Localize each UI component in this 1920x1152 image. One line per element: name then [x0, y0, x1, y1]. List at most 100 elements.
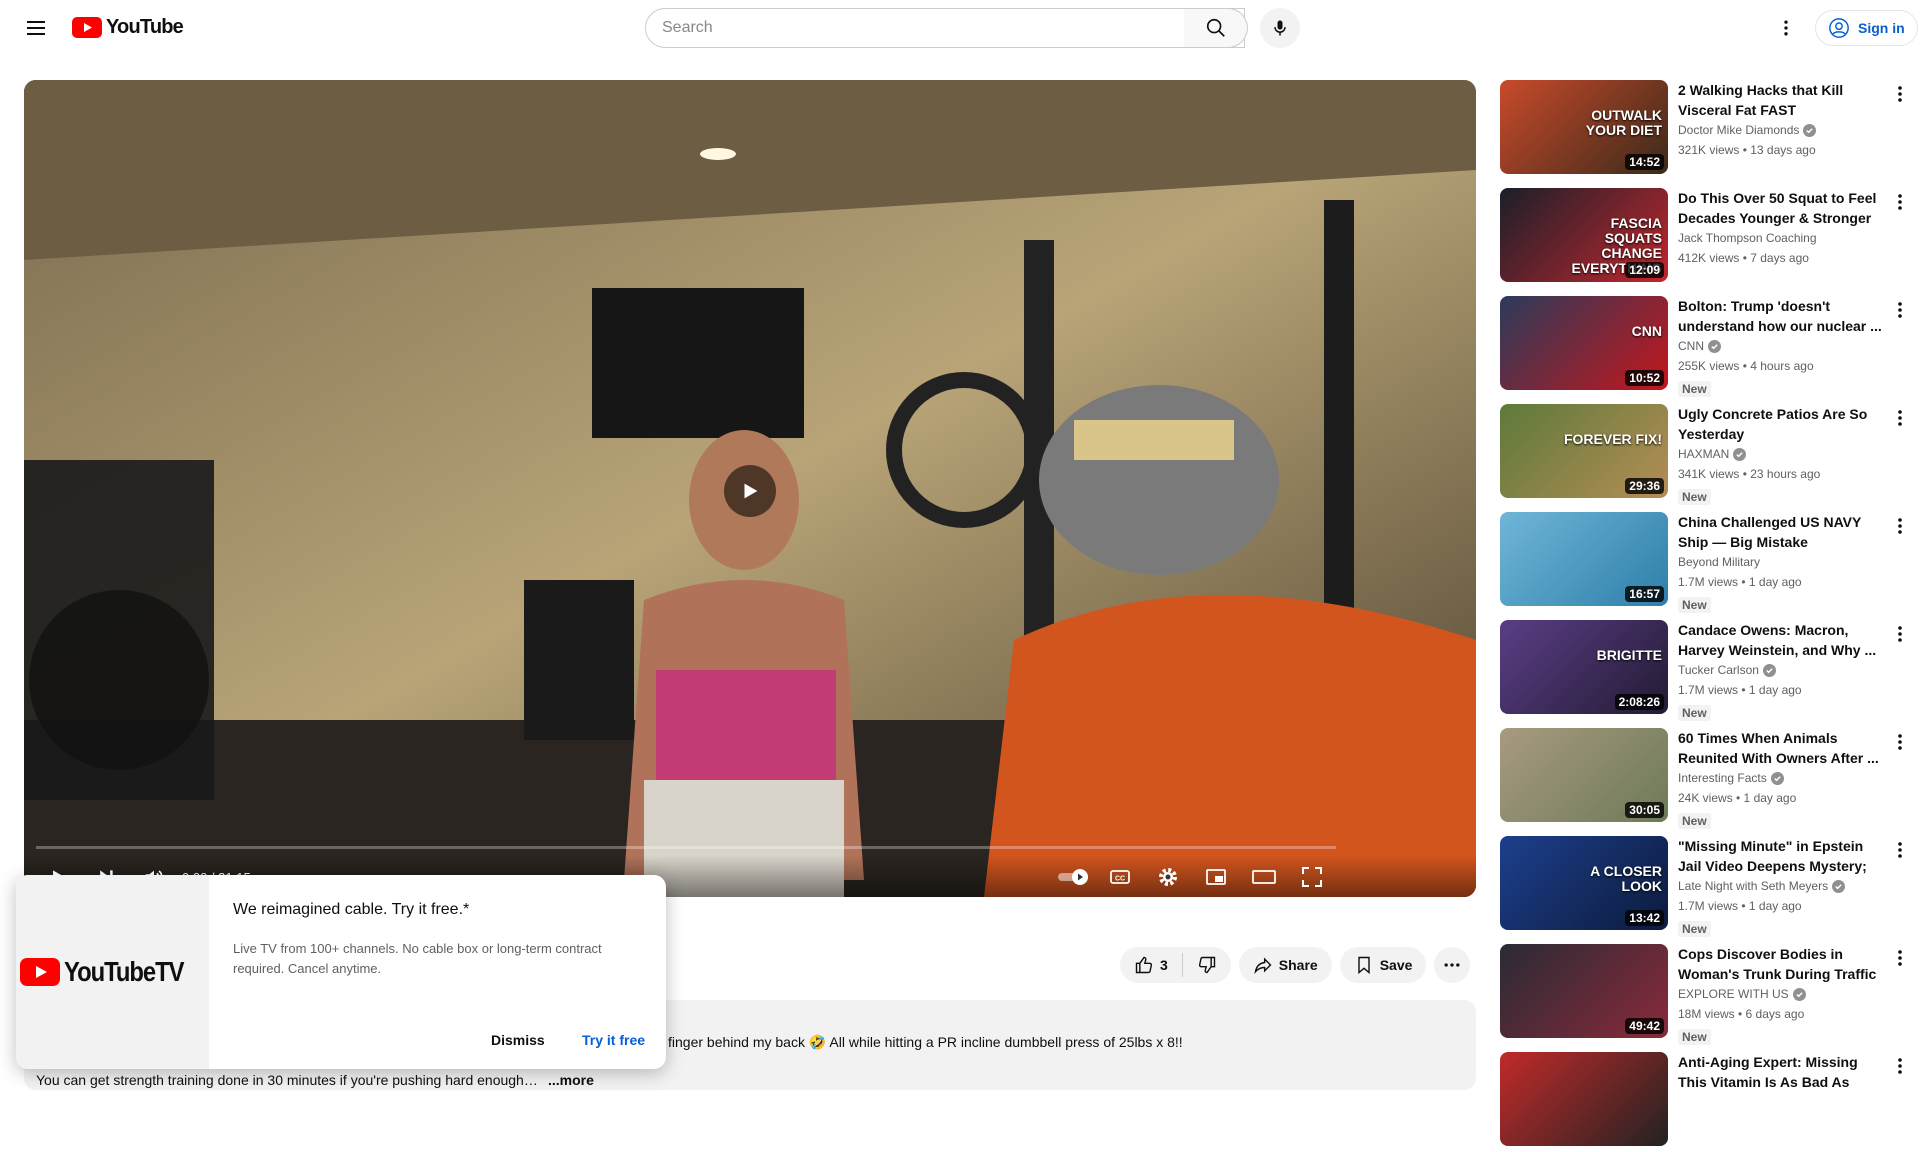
- settings-more-button[interactable]: [1770, 12, 1802, 44]
- verified-check-icon: [1762, 663, 1776, 677]
- video-title[interactable]: Cops Discover Bodies in Woman's Trunk Du…: [1678, 944, 1883, 984]
- video-title[interactable]: Do This Over 50 Squat to Feel Decades Yo…: [1678, 188, 1883, 228]
- account-circle-icon: [1829, 18, 1849, 38]
- video-thumbnail[interactable]: FOREVER FIX! 29:36: [1500, 404, 1668, 498]
- like-count: 3: [1160, 957, 1168, 973]
- sign-in-button[interactable]: Sign in: [1815, 10, 1918, 46]
- like-dislike-group: 3: [1120, 947, 1231, 983]
- channel-name[interactable]: EXPLORE WITH US: [1678, 987, 1806, 1001]
- recommendation-item[interactable]: FASCIA SQUATS CHANGE EVERYTHING 12:09 Do T…: [1500, 188, 1910, 288]
- item-more-button[interactable]: [1892, 838, 1908, 862]
- verified-check-icon: [1803, 123, 1817, 137]
- theater-mode-button[interactable]: [1250, 863, 1278, 891]
- video-thumbnail[interactable]: 16:57: [1500, 512, 1668, 606]
- more-actions-button[interactable]: [1434, 947, 1471, 983]
- item-more-button[interactable]: [1892, 406, 1908, 430]
- video-title[interactable]: 2 Walking Hacks that Kill Visceral Fat F…: [1678, 80, 1883, 120]
- youtube-tv-promo: YouTubeTV We reimagined cable. Try it fr…: [16, 875, 666, 1069]
- youtube-play-logo-icon: [20, 958, 61, 986]
- play-icon: [744, 483, 758, 499]
- video-title[interactable]: Bolton: Trump 'doesn't understand how ou…: [1678, 296, 1883, 336]
- youtube-tv-logo: YouTubeTV: [16, 875, 209, 1069]
- dislike-button[interactable]: [1183, 947, 1231, 983]
- channel-name[interactable]: Late Night with Seth Meyers: [1678, 879, 1846, 893]
- channel-name[interactable]: Jack Thompson Coaching: [1678, 231, 1817, 245]
- recommendation-item[interactable]: OUTWALK YOUR DIET 14:52 2 Walking Hacks th…: [1500, 80, 1910, 180]
- item-more-button[interactable]: [1892, 730, 1908, 754]
- thumbnail-text: OUTWALK YOUR DIET: [1585, 107, 1662, 138]
- channel-name[interactable]: Beyond Military: [1678, 555, 1760, 569]
- hamburger-menu-icon[interactable]: [20, 12, 52, 44]
- recommendation-item[interactable]: Anti-Aging Expert: Missing This Vitamin …: [1500, 1052, 1910, 1152]
- item-more-button[interactable]: [1892, 946, 1908, 970]
- video-title[interactable]: Candace Owens: Macron, Harvey Weinstein,…: [1678, 620, 1883, 660]
- video-thumbnail[interactable]: [1500, 1052, 1668, 1146]
- recommendation-item[interactable]: BRIGITTE 2:08:26 Candace Owens: Macron, Ha…: [1500, 620, 1910, 721]
- video-title[interactable]: 60 Times When Animals Reunited With Owne…: [1678, 728, 1883, 768]
- try-it-free-button[interactable]: Try it free: [582, 1032, 645, 1048]
- item-more-button[interactable]: [1892, 82, 1908, 106]
- center-play-button[interactable]: [724, 465, 776, 517]
- save-button[interactable]: Save: [1339, 947, 1427, 983]
- item-more-button[interactable]: [1892, 298, 1908, 322]
- recommendation-item[interactable]: 30:05 60 Times When Animals Reunited With…: [1500, 728, 1910, 829]
- youtube-logo[interactable]: YouTube: [72, 16, 184, 39]
- recommendation-item[interactable]: A CLOSER LOOK 13:42 "Missing Minute" in Ep…: [1500, 836, 1910, 937]
- item-more-button[interactable]: [1892, 190, 1908, 214]
- thumbnail-text: A CLOSER LOOK: [1590, 863, 1662, 894]
- thumbnail-text: BRIGITTE: [1596, 647, 1662, 663]
- channel-name[interactable]: Doctor Mike Diamonds: [1678, 123, 1817, 137]
- gear-icon: [1159, 868, 1177, 886]
- recommendation-item[interactable]: 16:57 China Challenged US NAVY Ship — Big…: [1500, 512, 1910, 613]
- video-title[interactable]: Ugly Concrete Patios Are So Yesterday: [1678, 404, 1883, 444]
- item-more-button[interactable]: [1892, 514, 1908, 538]
- video-player[interactable]: 0:00 / 31:15 CC: [24, 80, 1476, 897]
- duration-badge: 10:52: [1625, 370, 1664, 386]
- video-thumbnail[interactable]: FASCIA SQUATS CHANGE EVERYTHING 12:09: [1500, 188, 1668, 282]
- description-more-link[interactable]: ...more: [548, 1072, 594, 1088]
- verified-check-icon: [1832, 879, 1846, 893]
- autoplay-toggle[interactable]: [1054, 863, 1094, 891]
- channel-name-text: EXPLORE WITH US: [1678, 987, 1789, 1001]
- channel-name-text: Jack Thompson Coaching: [1678, 231, 1817, 245]
- video-thumbnail[interactable]: 49:42: [1500, 944, 1668, 1038]
- svg-text:CC: CC: [1115, 876, 1125, 883]
- duration-badge: 29:36: [1625, 478, 1664, 494]
- fullscreen-button[interactable]: [1298, 863, 1326, 891]
- duration-badge: 16:57: [1625, 586, 1664, 602]
- item-more-button[interactable]: [1892, 1054, 1908, 1078]
- video-thumbnail[interactable]: OUTWALK YOUR DIET 14:52: [1500, 80, 1668, 174]
- video-meta: 412K views • 7 days ago: [1678, 251, 1809, 265]
- channel-name[interactable]: Interesting Facts: [1678, 771, 1784, 785]
- progress-bar[interactable]: [36, 846, 1336, 849]
- video-meta: 24K views • 1 day ago: [1678, 791, 1797, 805]
- video-title[interactable]: Anti-Aging Expert: Missing This Vitamin …: [1678, 1052, 1883, 1092]
- video-thumbnail[interactable]: BRIGITTE 2:08:26: [1500, 620, 1668, 714]
- youtube-play-logo-icon: [72, 17, 102, 38]
- recommendation-item[interactable]: 49:42 Cops Discover Bodies in Woman's Tru…: [1500, 944, 1910, 1045]
- search-button[interactable]: [1184, 8, 1248, 48]
- channel-name[interactable]: HAXMAN: [1678, 447, 1747, 461]
- item-more-button[interactable]: [1892, 622, 1908, 646]
- video-title[interactable]: China Challenged US NAVY Ship — Big Mist…: [1678, 512, 1883, 552]
- dismiss-button[interactable]: Dismiss: [491, 1032, 545, 1048]
- video-title[interactable]: "Missing Minute" in Epstein Jail Video D…: [1678, 836, 1883, 876]
- voice-search-button[interactable]: [1260, 8, 1300, 48]
- search-input[interactable]: [662, 19, 1244, 37]
- recommendation-item[interactable]: CNN 10:52 Bolton: Trump 'doesn't understan…: [1500, 296, 1910, 397]
- vertical-dots-icon: [1898, 410, 1902, 426]
- video-thumbnail[interactable]: A CLOSER LOOK 13:42: [1500, 836, 1668, 930]
- channel-name[interactable]: Tucker Carlson: [1678, 663, 1776, 677]
- miniplayer-button[interactable]: [1202, 863, 1230, 891]
- share-button[interactable]: Share: [1238, 947, 1332, 983]
- captions-button[interactable]: CC: [1106, 863, 1134, 891]
- thumbs-down-icon: [1198, 956, 1216, 974]
- search-box[interactable]: [645, 8, 1245, 48]
- microphone-icon: [1274, 20, 1286, 36]
- video-thumbnail[interactable]: CNN 10:52: [1500, 296, 1668, 390]
- settings-button[interactable]: [1154, 863, 1182, 891]
- channel-name[interactable]: CNN: [1678, 339, 1721, 353]
- like-button[interactable]: 3: [1120, 947, 1182, 983]
- recommendation-item[interactable]: FOREVER FIX! 29:36 Ugly Concrete Patios Ar…: [1500, 404, 1910, 505]
- video-thumbnail[interactable]: 30:05: [1500, 728, 1668, 822]
